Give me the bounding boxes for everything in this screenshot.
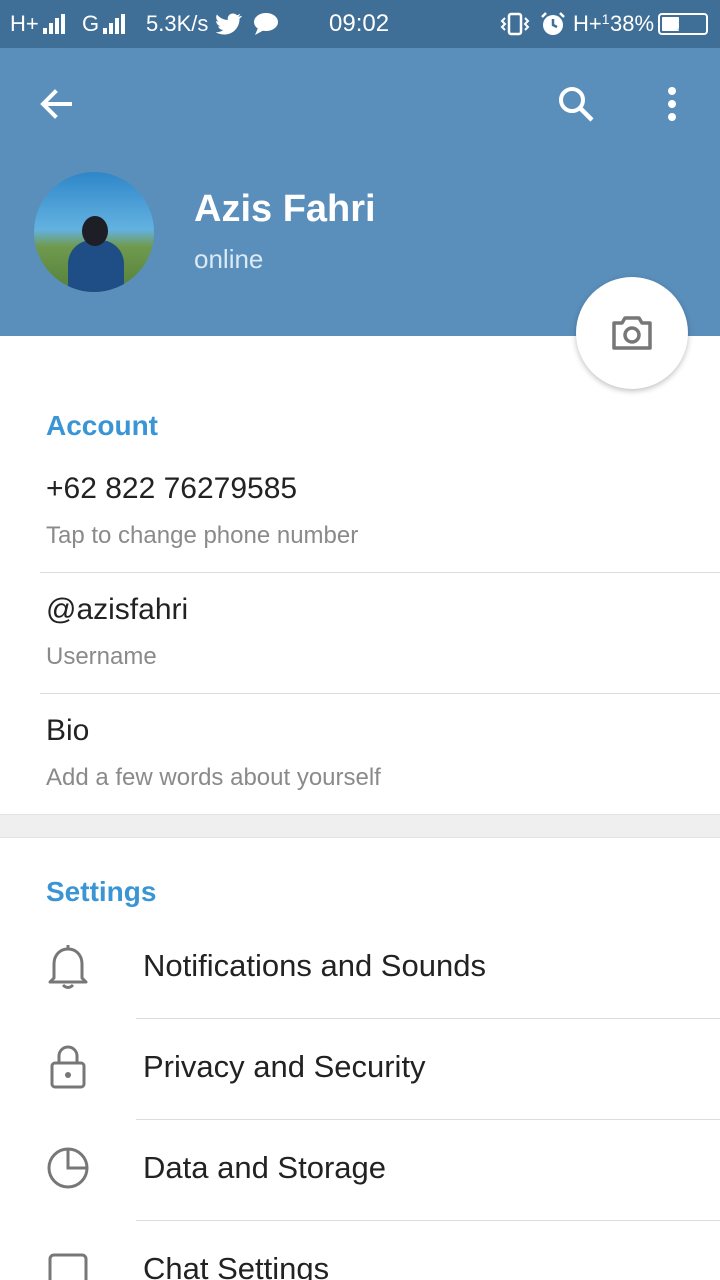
search-icon	[559, 87, 594, 122]
section-separator	[0, 814, 720, 838]
signal-bars-icon	[103, 14, 126, 34]
account-section-title: Account	[46, 410, 158, 441]
signal-2: G	[82, 0, 126, 48]
twitter-icon	[216, 0, 242, 48]
bio-hint: Add a few words about yourself	[46, 764, 381, 791]
back-button[interactable]	[30, 78, 82, 130]
alarm-icon	[540, 0, 566, 48]
signal-1: H+	[10, 0, 65, 48]
more-options-button[interactable]	[650, 78, 694, 130]
avatar[interactable]	[34, 172, 154, 292]
username-value: @azisfahri	[46, 593, 189, 626]
profile-name: Azis Fahri	[194, 188, 376, 230]
back-arrow-icon	[40, 89, 72, 119]
settings-item-data-storage[interactable]: Data and Storage	[0, 1120, 720, 1220]
settings-item-label: Notifications and Sounds	[143, 948, 486, 983]
camera-icon	[612, 316, 652, 350]
search-button[interactable]	[550, 78, 602, 130]
signal-bars-icon	[42, 14, 65, 34]
network-type-3: H+ 1	[573, 0, 610, 48]
more-vertical-icon	[668, 87, 676, 121]
network-type-1: H+	[10, 11, 39, 36]
lock-icon	[44, 1043, 92, 1091]
settings-item-label: Privacy and Security	[143, 1049, 426, 1084]
settings-item-label: Data and Storage	[143, 1150, 387, 1185]
network-type-3-sub: 1	[601, 11, 610, 27]
message-icon	[252, 0, 280, 48]
divider	[40, 572, 720, 573]
profile-status: online	[194, 244, 264, 274]
settings-item-chat-settings[interactable]: Chat Settings	[0, 1221, 720, 1280]
pie-chart-icon	[44, 1144, 92, 1192]
clock-time: 09:02	[329, 10, 390, 37]
network-type-3-label: H+	[573, 11, 602, 36]
set-photo-button[interactable]	[576, 277, 688, 389]
phone-hint: Tap to change phone number	[46, 522, 359, 549]
settings-item-label: Chat Settings	[143, 1251, 330, 1280]
username-label: Username	[46, 643, 157, 670]
battery-icon: ⚡	[658, 13, 708, 35]
chat-icon	[44, 1245, 92, 1280]
battery-percent: 38%	[610, 11, 655, 36]
vibrate-icon	[500, 0, 530, 48]
divider	[40, 693, 720, 694]
settings-item-notifications[interactable]: Notifications and Sounds	[0, 918, 720, 1018]
network-type-2: G	[82, 11, 100, 36]
settings-item-privacy[interactable]: Privacy and Security	[0, 1019, 720, 1119]
phone-number: +62 822 76279585	[46, 472, 298, 505]
bell-icon	[44, 942, 92, 990]
settings-section-title: Settings	[46, 876, 157, 907]
network-speed: 5.3K/s	[146, 11, 209, 36]
status-bar: H+ G 5.3K/s 09:02 H+ 1 38% ⚡	[0, 0, 720, 48]
bio-label: Bio	[46, 714, 90, 747]
